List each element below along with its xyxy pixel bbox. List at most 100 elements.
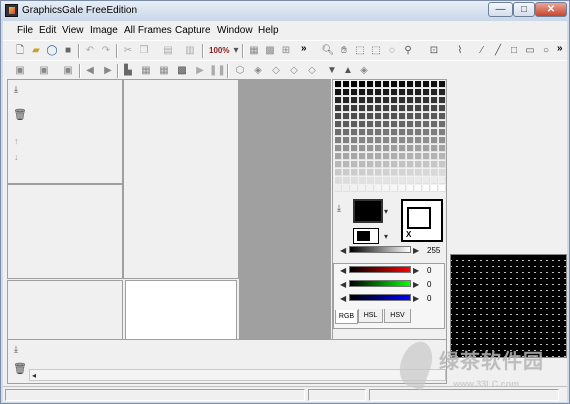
palette-swatch[interactable] <box>407 81 414 88</box>
slider-left-arrow[interactable]: ◀ <box>340 280 346 289</box>
layer-copy-icon[interactable]: ▦ <box>139 64 153 78</box>
palette-swatch[interactable] <box>351 129 358 136</box>
palette-swatch[interactable] <box>415 169 422 176</box>
palette-swatch[interactable] <box>383 89 390 96</box>
menu-view[interactable]: View <box>62 25 84 36</box>
chevron-down-icon[interactable]: ▼ <box>325 64 339 78</box>
palette-swatch[interactable] <box>391 145 398 152</box>
palette-swatch[interactable] <box>407 145 414 152</box>
palette-swatch[interactable] <box>415 129 422 136</box>
menu-help[interactable]: Help <box>258 25 279 36</box>
chevron-up-icon[interactable]: ▲ <box>341 64 355 78</box>
menu-capture[interactable]: Capture <box>175 25 211 36</box>
palette-swatch[interactable] <box>367 81 374 88</box>
palette-swatch[interactable] <box>391 89 398 96</box>
palette-swatch[interactable] <box>391 177 398 184</box>
palette-swatch[interactable] <box>439 153 446 160</box>
palette-swatch[interactable] <box>343 81 350 88</box>
palette-swatch[interactable] <box>431 81 438 88</box>
palette-swatch[interactable] <box>375 137 382 144</box>
chevron-down-icon[interactable]: ▾ <box>384 207 388 216</box>
palette-swatch[interactable] <box>367 153 374 160</box>
slider-left-arrow[interactable]: ◀ <box>340 294 346 303</box>
trash-icon[interactable]: 🗑︎ <box>13 362 27 375</box>
palette-swatch[interactable] <box>375 145 382 152</box>
palette-swatch[interactable] <box>367 129 374 136</box>
grid-dots-icon[interactable]: ▩ <box>263 44 277 58</box>
palette-swatch[interactable] <box>351 177 358 184</box>
palette-swatch[interactable] <box>343 161 350 168</box>
slider-right-arrow[interactable]: ▶ <box>413 246 419 255</box>
palette-swatch[interactable] <box>431 153 438 160</box>
palette-swatch[interactable] <box>415 145 422 152</box>
frame-play-icon[interactable]: ▣ <box>61 64 75 78</box>
palette-swatch[interactable] <box>423 153 430 160</box>
slider-right-arrow[interactable]: ▶ <box>413 266 419 275</box>
palette-swatch[interactable] <box>415 161 422 168</box>
palette-swatch[interactable] <box>375 153 382 160</box>
scroll-left-arrow[interactable]: ◂ <box>32 371 36 380</box>
palette-swatch[interactable] <box>407 161 414 168</box>
palette-swatch[interactable] <box>367 105 374 112</box>
palette-swatch[interactable] <box>375 113 382 120</box>
palette-swatch[interactable] <box>335 81 342 88</box>
palette-swatch[interactable] <box>399 89 406 96</box>
green-slider[interactable] <box>349 280 411 287</box>
palette-swatch[interactable] <box>359 137 366 144</box>
palette-swatch[interactable] <box>351 145 358 152</box>
frame-delete-icon[interactable]: ▣ <box>37 64 51 78</box>
palette-swatch[interactable] <box>367 89 374 96</box>
palette-swatch[interactable] <box>335 105 342 112</box>
menu-edit[interactable]: Edit <box>39 25 56 36</box>
layer-delete-icon[interactable]: ▩ <box>175 64 189 78</box>
search-icon[interactable]: ◯ <box>45 44 59 58</box>
palette-swatch[interactable] <box>415 113 422 120</box>
palette-swatch[interactable] <box>343 153 350 160</box>
slider-left-arrow[interactable]: ◀ <box>340 246 346 255</box>
palette-swatch[interactable] <box>343 121 350 128</box>
palette-swatch[interactable] <box>335 97 342 104</box>
maximize-button[interactable]: □ <box>513 2 535 17</box>
download-icon[interactable]: ⤓ <box>14 84 18 95</box>
save-icon[interactable]: ■ <box>61 44 75 58</box>
palette-swatch[interactable] <box>391 121 398 128</box>
palette-swatch[interactable] <box>383 185 390 192</box>
palette-swatch[interactable] <box>423 177 430 184</box>
grid-icon[interactable]: ▦ <box>247 44 261 58</box>
palette-swatch[interactable] <box>439 145 446 152</box>
palette-swatch[interactable] <box>399 81 406 88</box>
palette-swatch[interactable] <box>383 177 390 184</box>
palette-swatch[interactable] <box>383 113 390 120</box>
palette-swatch[interactable] <box>423 145 430 152</box>
palette-swatch[interactable] <box>399 97 406 104</box>
palette-swatch[interactable] <box>391 129 398 136</box>
color-palette-grid[interactable] <box>335 81 446 193</box>
palette-swatch[interactable] <box>431 137 438 144</box>
hand-icon[interactable]: ✋︎ <box>337 44 351 58</box>
palette-swatch[interactable] <box>375 129 382 136</box>
blue-slider[interactable] <box>349 294 411 301</box>
palette-swatch[interactable] <box>431 161 438 168</box>
magnify-icon[interactable]: 🔍︎ <box>321 44 335 58</box>
palette-swatch[interactable] <box>439 97 446 104</box>
palette-swatch[interactable] <box>399 153 406 160</box>
palette-swatch[interactable] <box>391 161 398 168</box>
palette-swatch[interactable] <box>415 97 422 104</box>
palette-swatch[interactable] <box>423 121 430 128</box>
drawing-canvas[interactable] <box>239 79 331 357</box>
palette-swatch[interactable] <box>415 177 422 184</box>
palette-swatch[interactable] <box>407 97 414 104</box>
palette-swatch[interactable] <box>343 177 350 184</box>
palette-swatch[interactable] <box>367 145 374 152</box>
palette-swatch[interactable] <box>343 145 350 152</box>
layer-down-icon[interactable]: ◇ <box>269 64 283 78</box>
palette-swatch[interactable] <box>423 89 430 96</box>
paste-icon[interactable]: ▤ <box>161 44 175 58</box>
palette-swatch[interactable] <box>367 97 374 104</box>
palette-swatch[interactable] <box>335 129 342 136</box>
play-icon[interactable]: ▶ <box>193 64 207 78</box>
more-icon[interactable]: » <box>301 43 307 54</box>
palette-swatch[interactable] <box>399 185 406 192</box>
palette-swatch[interactable] <box>415 153 422 160</box>
palette-swatch[interactable] <box>335 113 342 120</box>
